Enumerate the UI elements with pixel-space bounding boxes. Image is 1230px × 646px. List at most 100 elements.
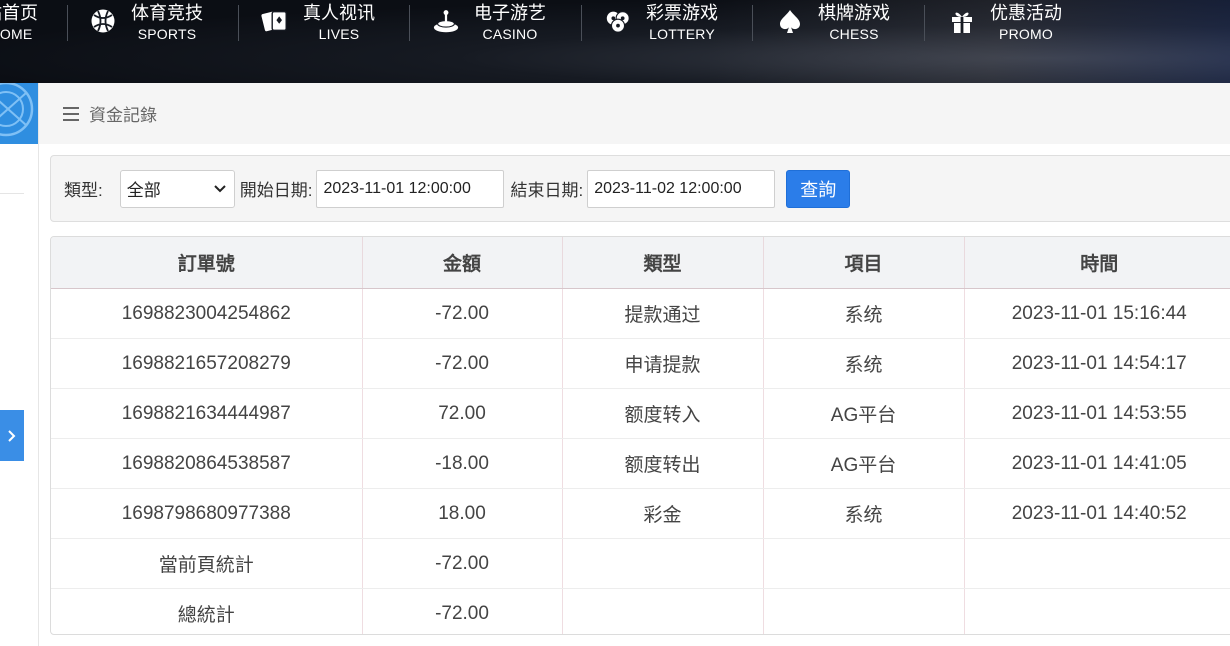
nav-casino-text: 电子游艺 CASINO <box>474 2 546 41</box>
sidebar-logo[interactable] <box>0 83 38 144</box>
nav-home-zh: 站首页 <box>0 2 38 23</box>
cell-type: 申请提款 <box>562 338 764 389</box>
cell-type: 额度转出 <box>562 438 764 489</box>
cell-amount: 72.00 <box>362 388 563 439</box>
type-label: 類型: <box>64 181 103 200</box>
cell-order-number: 1698823004254862 <box>51 288 363 339</box>
table-row: 1698821634444987 72.00 额度转入 AG平台 2023-11… <box>51 388 1230 439</box>
nav-lives-en: LIVES <box>318 25 360 42</box>
nav-separator <box>67 5 68 41</box>
cell-time: 2023-11-01 14:40:52 <box>964 488 1230 539</box>
nav-chess-en: CHESS <box>829 25 879 42</box>
query-button[interactable]: 查詢 <box>786 169 851 208</box>
sidebar-divider <box>0 193 24 194</box>
nav-home-en: HOME <box>0 25 33 42</box>
cell-order-number: 1698820864538587 <box>51 438 363 489</box>
gift-icon <box>948 7 976 35</box>
nav-lottery-zh: 彩票游戏 <box>646 2 718 23</box>
chevron-right-icon <box>8 429 16 442</box>
page-title: 資金記錄 <box>89 106 157 125</box>
table-row: 1698821657208279 -72.00 申请提款 系统 2023-11-… <box>51 338 1230 389</box>
nav-sports-en: SPORTS <box>137 25 197 42</box>
nav-promo-zh: 优惠活动 <box>990 2 1062 23</box>
nav-item-lives[interactable]: 真人视讯 LIVES <box>261 0 375 42</box>
nav-separator <box>238 5 239 41</box>
chevron-down-icon <box>214 184 226 192</box>
nav-item-casino[interactable]: 电子游艺 CASINO <box>432 0 546 42</box>
nav-casino-en: CASINO <box>482 25 538 42</box>
cell-time: 2023-11-01 14:54:17 <box>964 338 1230 389</box>
grand-total-row: 總統計 -72.00 <box>51 588 1230 635</box>
empty-cell <box>763 538 965 589</box>
cell-amount: -72.00 <box>362 338 563 389</box>
cell-type: 彩金 <box>562 488 764 539</box>
empty-cell <box>964 538 1230 589</box>
cell-order-number: 1698821634444987 <box>51 388 363 439</box>
nav-separator <box>409 5 410 41</box>
end-date-label: 結束日期: <box>510 181 584 200</box>
sidebar-expand-button[interactable] <box>0 410 24 461</box>
table-row: 1698798680977388 18.00 彩金 系统 2023-11-01 … <box>51 488 1230 539</box>
empty-cell <box>562 538 764 589</box>
cell-order-number: 1698821657208279 <box>51 338 363 389</box>
grand-total-label: 總統計 <box>51 588 363 634</box>
grand-total-value: -72.00 <box>362 588 563 634</box>
nav-lives-text: 真人视讯 LIVES <box>303 2 375 41</box>
cell-amount: -18.00 <box>362 438 563 489</box>
start-date-label: 開始日期: <box>239 181 313 200</box>
roulette-icon <box>432 7 460 35</box>
table-header-row: 訂單號 金額 類型 項目 時間 <box>51 237 1230 289</box>
playing-cards-icon <box>261 7 289 35</box>
empty-cell <box>763 588 965 634</box>
nav-item-chess[interactable]: 棋牌游戏 CHESS <box>776 0 890 42</box>
cell-type: 额度转入 <box>562 388 764 439</box>
table-row: 1698823004254862 -72.00 提款通过 系统 2023-11-… <box>51 288 1230 339</box>
nav-chess-text: 棋牌游戏 CHESS <box>818 2 890 41</box>
spade-icon <box>776 7 804 35</box>
nav-separator <box>581 5 582 41</box>
cell-item: AG平台 <box>763 388 965 439</box>
nav-separator <box>924 5 925 41</box>
empty-cell <box>964 589 1230 635</box>
col-item: 項目 <box>763 237 965 289</box>
cell-item: 系统 <box>763 488 965 539</box>
sports-ball-icon <box>89 7 117 35</box>
lottery-balls-icon <box>604 7 632 35</box>
nav-casino-zh: 电子游艺 <box>474 2 546 23</box>
cell-time: 2023-11-01 14:41:05 <box>964 438 1230 489</box>
start-date-input[interactable] <box>316 169 505 208</box>
nav-promo-en: PROMO <box>999 25 1053 42</box>
type-select[interactable]: 全部 <box>119 169 235 208</box>
nav-home-text: 站首页 HOME <box>0 2 38 41</box>
cell-item: 系统 <box>763 288 965 339</box>
table-row: 1698820864538587 -18.00 额度转出 AG平台 2023-1… <box>51 438 1230 489</box>
globe-icon <box>0 83 34 137</box>
top-nav: 站首页 HOME 体育竞技 SPORTS 真人视讯 LIVES 电子游艺 C <box>0 0 1230 83</box>
nav-lives-zh: 真人视讯 <box>303 2 375 23</box>
cell-time: 2023-11-01 14:53:55 <box>964 388 1230 439</box>
page-total-value: -72.00 <box>362 538 563 589</box>
nav-item-lottery[interactable]: 彩票游戏 LOTTERY <box>604 0 718 42</box>
records-table: 訂單號 金額 類型 項目 時間 1698823004254862 -72.00 … <box>50 236 1230 635</box>
col-type: 類型 <box>562 237 764 289</box>
menu-list-icon <box>63 106 79 121</box>
nav-sports-text: 体育竞技 SPORTS <box>131 2 203 41</box>
nav-sports-zh: 体育竞技 <box>131 2 203 23</box>
filter-bar: 類型: 全部 開始日期: 結束日期: 查詢 <box>50 155 1230 222</box>
nav-chess-zh: 棋牌游戏 <box>818 2 890 23</box>
page-total-row: 當前頁統計 -72.00 <box>51 538 1230 589</box>
page-total-label: 當前頁統計 <box>51 538 363 589</box>
col-order-number: 訂單號 <box>51 237 363 289</box>
cell-item: 系统 <box>763 338 965 389</box>
cell-amount: 18.00 <box>362 488 563 539</box>
nav-item-home[interactable]: 站首页 HOME <box>0 0 38 42</box>
left-sidebar <box>0 83 39 646</box>
cell-order-number: 1698798680977388 <box>51 488 363 539</box>
nav-item-sports[interactable]: 体育竞技 SPORTS <box>89 0 203 42</box>
empty-cell <box>562 588 764 634</box>
cell-time: 2023-11-01 15:16:44 <box>964 288 1230 339</box>
col-time: 時間 <box>964 237 1230 289</box>
nav-item-promo[interactable]: 优惠活动 PROMO <box>948 0 1062 42</box>
end-date-input[interactable] <box>587 169 776 208</box>
nav-lottery-text: 彩票游戏 LOTTERY <box>646 2 718 41</box>
